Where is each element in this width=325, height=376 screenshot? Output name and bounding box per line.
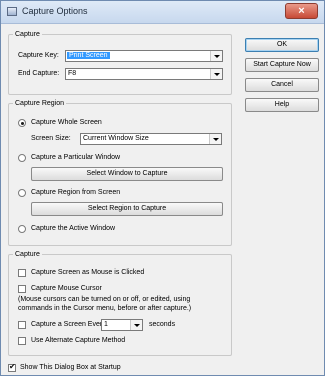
- capture-every-select[interactable]: 1: [101, 319, 143, 331]
- end-capture-label: End Capture:: [18, 70, 60, 77]
- particular-window-label: Capture a Particular Window: [31, 154, 121, 161]
- chevron-down-icon: [210, 51, 222, 61]
- mouse-clicked-label: Capture Screen as Mouse is Clicked: [31, 269, 145, 276]
- capture-options-dialog: Capture Options × Capture Capture Key: P…: [0, 0, 325, 376]
- capture-every-checkbox[interactable]: [18, 321, 26, 329]
- whole-screen-radio[interactable]: [18, 119, 26, 127]
- active-window-radio[interactable]: [18, 225, 26, 233]
- screen-size-value: Current Window Size: [83, 135, 149, 142]
- seconds-label: seconds: [149, 321, 176, 328]
- end-capture-value: F8: [68, 70, 77, 77]
- window-title: Capture Options: [22, 6, 88, 16]
- capture-keys-legend: Capture: [15, 31, 40, 38]
- cursor-note-line2: commands in the Cursor menu, before or a…: [18, 305, 192, 312]
- capture-options-legend: Capture: [15, 251, 40, 258]
- particular-window-radio[interactable]: [18, 154, 26, 162]
- cursor-note-line1: (Mouse cursors can be turned on or off, …: [18, 296, 191, 303]
- region-from-screen-label: Capture Region from Screen: [31, 189, 121, 196]
- close-button[interactable]: ×: [285, 3, 318, 19]
- mouse-cursor-checkbox[interactable]: [18, 285, 26, 293]
- mouse-clicked-checkbox[interactable]: [18, 269, 26, 277]
- screen-size-label: Screen Size:: [31, 135, 71, 142]
- screen-size-select[interactable]: Current Window Size: [80, 133, 222, 145]
- select-window-button[interactable]: Select Window to Capture: [31, 167, 223, 181]
- title-bar: Capture Options ×: [1, 1, 324, 24]
- region-from-screen-radio[interactable]: [18, 189, 26, 197]
- show-at-startup-checkbox[interactable]: [8, 362, 16, 372]
- capture-every-value: 1: [104, 321, 108, 328]
- chevron-down-icon: [210, 69, 222, 79]
- capture-key-label: Capture Key:: [18, 52, 59, 59]
- mouse-cursor-label: Capture Mouse Cursor: [31, 285, 102, 292]
- ok-button[interactable]: OK: [245, 38, 319, 52]
- cancel-button[interactable]: Cancel: [245, 78, 319, 92]
- capture-key-select[interactable]: Print Screen: [65, 50, 223, 62]
- alternate-method-checkbox[interactable]: [18, 337, 26, 345]
- whole-screen-label: Capture Whole Screen: [31, 119, 102, 126]
- end-capture-select[interactable]: F8: [65, 68, 223, 80]
- select-region-button[interactable]: Select Region to Capture: [31, 202, 223, 216]
- capture-key-value: Print Screen: [67, 52, 110, 59]
- capture-keys-group: Capture: [8, 31, 232, 95]
- capture-every-label: Capture a Screen Every: [31, 321, 106, 328]
- chevron-down-icon: [209, 134, 221, 144]
- capture-region-legend: Capture Region: [15, 100, 65, 107]
- chevron-down-icon: [130, 320, 142, 330]
- active-window-label: Capture the Active Window: [31, 225, 116, 232]
- start-capture-now-button[interactable]: Start Capture Now: [245, 58, 319, 72]
- app-icon: [7, 7, 17, 16]
- help-button[interactable]: Help: [245, 98, 319, 112]
- show-at-startup-label: Show This Dialog Box at Startup: [20, 364, 121, 371]
- alternate-method-label: Use Alternate Capture Method: [31, 337, 126, 344]
